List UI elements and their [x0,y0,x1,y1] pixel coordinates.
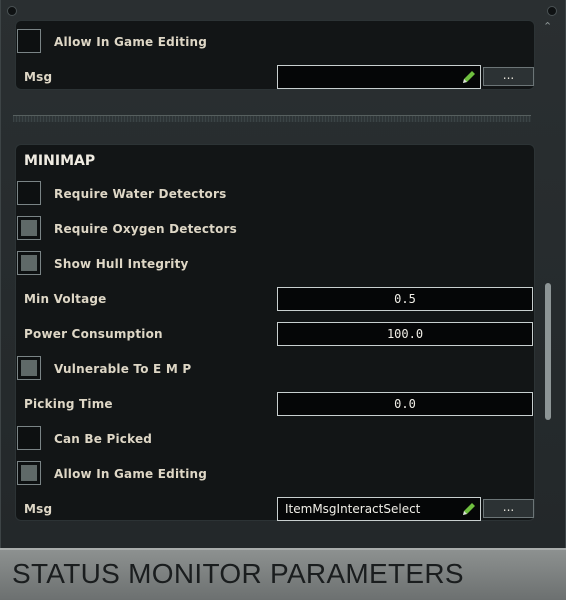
minimap-msg-row: Msg ItemMsgInteractSelect ... [16,492,534,526]
can-be-picked-label: Can Be Picked [54,432,153,446]
footer-bar: STATUS MONITOR PARAMETERS [0,548,566,600]
msg-label: Msg [24,70,53,84]
minimap-title: MINIMAP [24,153,96,169]
chevron-up-icon[interactable]: ⌃ [543,20,552,33]
can-be-picked-checkbox[interactable] [17,426,41,450]
picking-time-row: Picking Time 0.0 [16,387,534,421]
minimap-allow-editing-row: Allow In Game Editing [16,457,534,491]
require-oxygen-row: Require Oxygen Detectors [16,212,534,246]
vulnerable-emp-row: Vulnerable To E M P [16,352,534,386]
minimap-allow-editing-checkbox[interactable] [17,461,41,485]
msg-browse-button[interactable]: ... [483,67,534,86]
require-water-checkbox[interactable] [17,181,41,205]
allow-editing-label: Allow In Game Editing [54,35,208,49]
allow-editing-row: Allow In Game Editing [16,25,534,59]
msg-row: Msg ... [16,60,534,94]
picking-time-label: Picking Time [24,397,113,411]
msg-field[interactable] [277,65,481,89]
minimap-msg-browse-button[interactable]: ... [483,499,534,518]
rivet-icon [7,6,17,16]
require-water-label: Require Water Detectors [54,187,227,201]
minimap-allow-editing-label: Allow In Game Editing [54,467,208,481]
pencil-icon[interactable] [461,69,477,85]
top-properties-panel: Allow In Game Editing Msg ... [15,20,535,90]
show-hull-row: Show Hull Integrity [16,247,534,281]
min-voltage-input[interactable]: 0.5 [277,287,533,311]
show-hull-checkbox[interactable] [17,251,41,275]
parameters-window: ⌃ Allow In Game Editing Msg ... MINIMAP … [0,0,566,548]
require-oxygen-checkbox[interactable] [17,216,41,240]
minimap-msg-value: ItemMsgInteractSelect [285,502,421,516]
minimap-panel: MINIMAP Require Water Detectors Require … [15,144,535,521]
require-oxygen-label: Require Oxygen Detectors [54,222,238,236]
picking-time-input[interactable]: 0.0 [277,392,533,416]
power-consumption-label: Power Consumption [24,327,163,341]
section-divider [13,115,531,122]
allow-editing-checkbox[interactable] [17,29,41,53]
show-hull-label: Show Hull Integrity [54,257,189,271]
footer-title: STATUS MONITOR PARAMETERS [12,558,464,589]
vulnerable-emp-checkbox[interactable] [17,356,41,380]
scrollbar-thumb[interactable] [545,283,551,420]
power-consumption-row: Power Consumption 100.0 [16,317,534,351]
rivet-icon [547,6,557,16]
minimap-msg-label: Msg [24,502,53,516]
min-voltage-row: Min Voltage 0.5 [16,282,534,316]
power-consumption-input[interactable]: 100.0 [277,322,533,346]
min-voltage-label: Min Voltage [24,292,107,306]
vulnerable-emp-label: Vulnerable To E M P [54,362,192,376]
require-water-row: Require Water Detectors [16,177,534,211]
pencil-icon[interactable] [461,501,477,517]
can-be-picked-row: Can Be Picked [16,422,534,456]
minimap-msg-field[interactable]: ItemMsgInteractSelect [277,497,481,521]
